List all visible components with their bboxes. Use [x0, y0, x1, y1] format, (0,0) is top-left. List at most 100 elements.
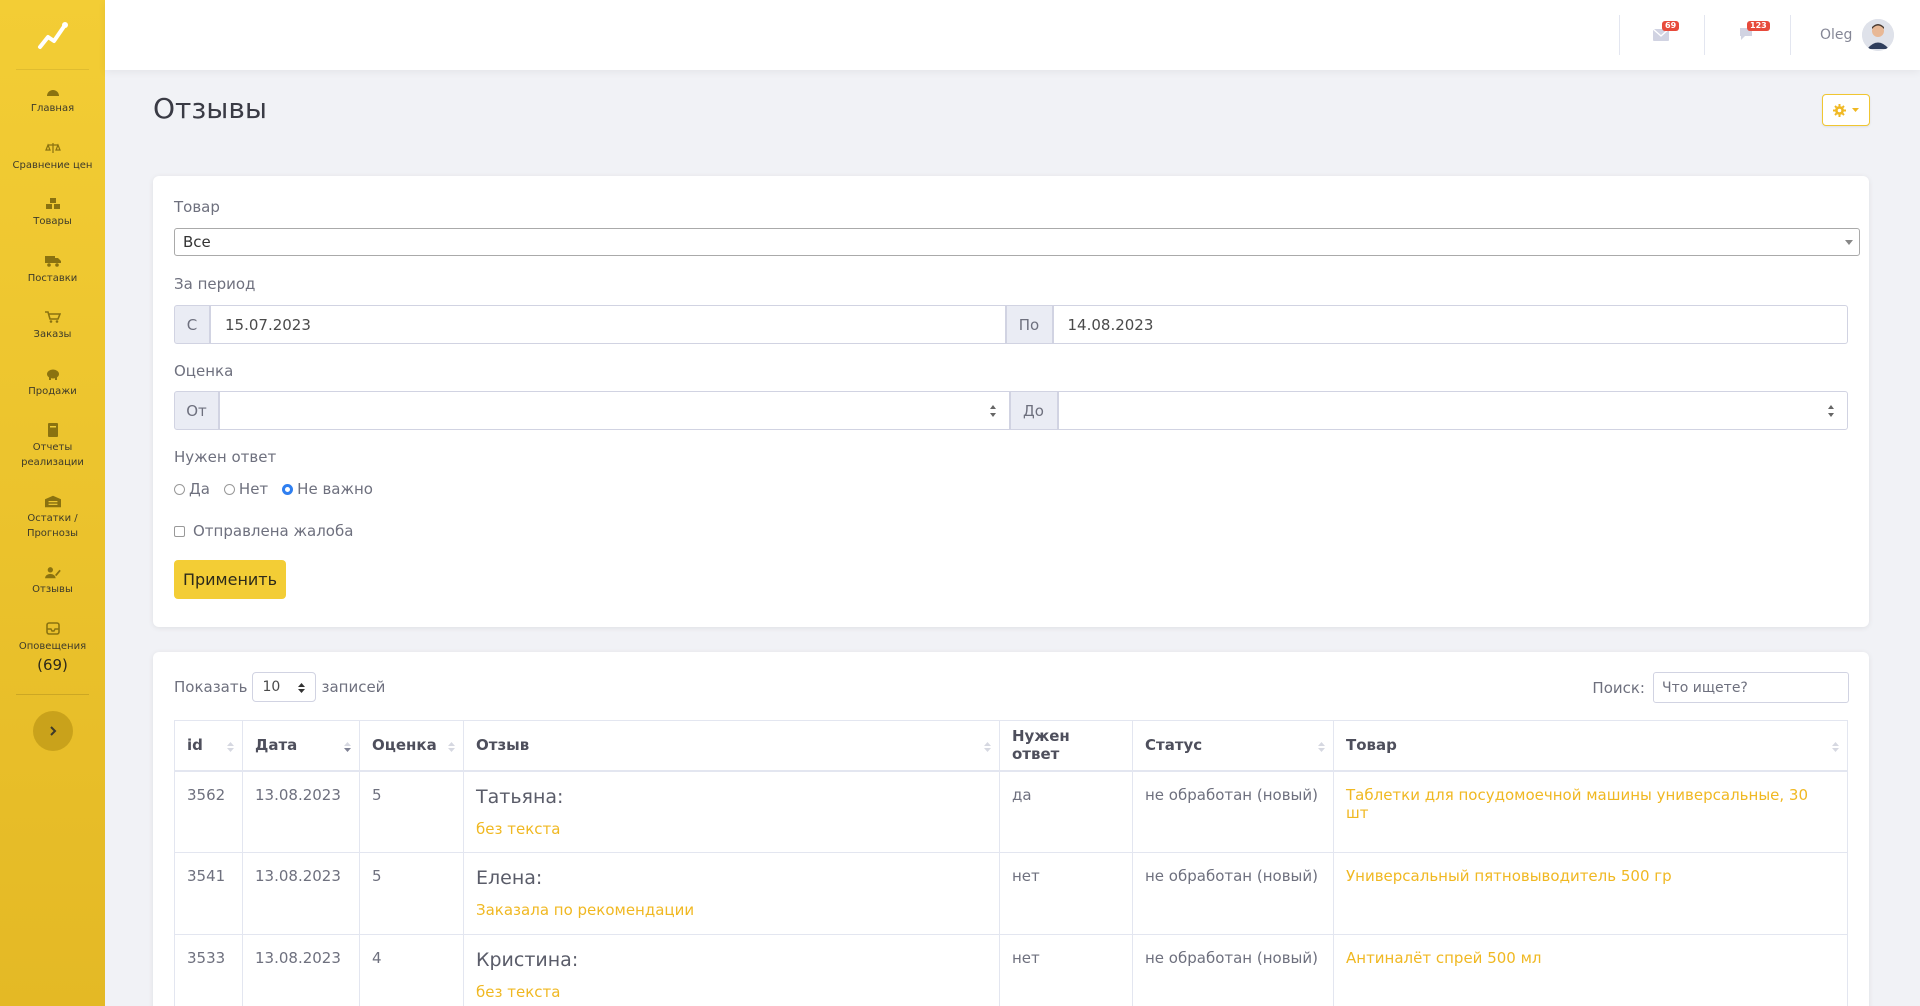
- search-placeholder: Что ищете?: [1662, 679, 1748, 696]
- sidebar-item-stock-forecast[interactable]: Остатки / Прогнозы: [0, 480, 105, 551]
- sidebar-toggle-button[interactable]: [32, 711, 73, 751]
- product-select-value: Все: [183, 233, 211, 251]
- topbar-divider: [1790, 15, 1791, 55]
- col-header-product[interactable]: Товар: [1333, 720, 1848, 772]
- user-menu[interactable]: Oleg: [1820, 0, 1895, 70]
- col-header-label: Товар: [1346, 736, 1397, 755]
- cell-status: не обработан (новый): [1132, 934, 1334, 1006]
- product-link[interactable]: Антиналёт спрей 500 мл: [1333, 934, 1848, 1006]
- page-length-value: 10: [262, 679, 281, 695]
- messages-button[interactable]: 69: [1652, 0, 1680, 70]
- period-label: За период: [174, 275, 256, 293]
- speedometer-icon: [45, 84, 61, 98]
- cell-review: Кристина: без текста: [463, 934, 1000, 1006]
- date-from-value: 15.07.2023: [225, 315, 311, 334]
- sidebar-item-reports[interactable]: Отчеты реализации: [0, 409, 105, 480]
- table-row: 3541 13.08.2023 5 Елена: Заказала по рек…: [174, 852, 1848, 935]
- rating-group: От До: [174, 391, 1848, 430]
- col-header-label: id: [187, 736, 203, 755]
- cell-need-answer: нет: [999, 852, 1133, 935]
- product-label: Товар: [174, 198, 220, 216]
- boxes-icon: [45, 197, 61, 211]
- radio-no[interactable]: Нет: [223, 480, 268, 498]
- sidebar-item-sales[interactable]: Продажи: [0, 353, 105, 410]
- checkbox: [174, 525, 185, 537]
- need-answer-radios: Да Нет Не важно: [174, 480, 373, 498]
- notifications-count: (69): [37, 656, 68, 674]
- col-header-label: Дата: [255, 736, 298, 755]
- settings-dropdown-button[interactable]: [1822, 94, 1870, 126]
- sidebar-divider: [16, 694, 89, 695]
- col-header-rating[interactable]: Оценка: [359, 720, 464, 772]
- radio-yes-label: Да: [189, 480, 210, 498]
- col-header-status[interactable]: Статус: [1132, 720, 1334, 772]
- spinner-arrows-icon: [989, 405, 996, 417]
- filters-card: Товар Все За период С 15.07.2023 По 14.0…: [153, 176, 1869, 627]
- sidebar-item-label: Поставки: [27, 272, 78, 284]
- col-header-label: Отзыв: [476, 736, 530, 755]
- cart-icon: [44, 310, 61, 324]
- rating-from-input[interactable]: [219, 391, 1010, 430]
- caret-down-icon: [1852, 108, 1859, 112]
- product-link[interactable]: Универсальный пятновыводитель 500 гр: [1333, 852, 1848, 935]
- complaint-checkbox[interactable]: Отправлена жалоба: [174, 522, 353, 540]
- col-header-id[interactable]: id: [174, 720, 243, 772]
- sidebar-item-home[interactable]: Главная: [0, 70, 105, 127]
- chevron-right-icon: [49, 726, 56, 736]
- sidebar-item-notifications[interactable]: Оповещения (69): [0, 608, 105, 685]
- sidebar-item-label: Остатки / Прогнозы: [26, 513, 79, 539]
- sidebar-item-products[interactable]: Товары: [0, 183, 105, 240]
- sidebar-item-label: Отчеты реализации: [21, 442, 84, 468]
- brand-logo[interactable]: [16, 0, 89, 70]
- col-header-review[interactable]: Отзыв: [463, 720, 1000, 772]
- review-text-link[interactable]: Заказала по рекомендации: [476, 901, 987, 919]
- show-label: Показать: [174, 678, 248, 696]
- sort-icon: [1318, 742, 1325, 752]
- apply-button[interactable]: Применить: [174, 560, 286, 599]
- sidebar-item-label: Сравнение цен: [12, 159, 93, 171]
- review-text-link[interactable]: без текста: [476, 983, 987, 1001]
- sort-icon: [1832, 742, 1839, 752]
- date-to-input[interactable]: 14.08.2023: [1052, 305, 1848, 344]
- sidebar-item-supplies[interactable]: Поставки: [0, 240, 105, 297]
- truck-icon: [44, 254, 61, 268]
- cell-status: не обработан (новый): [1132, 852, 1334, 935]
- date-to-value: 14.08.2023: [1067, 315, 1154, 334]
- complaint-label: Отправлена жалоба: [193, 522, 354, 540]
- search-input[interactable]: Что ищете?: [1653, 672, 1849, 703]
- date-from-prefix: С: [174, 305, 210, 344]
- review-text-link[interactable]: без текста: [476, 820, 987, 838]
- page-length-select[interactable]: 10: [252, 672, 317, 702]
- sidebar-item-reviews[interactable]: Отзывы: [0, 551, 105, 608]
- review-author: Елена:: [476, 867, 543, 889]
- sidebar-item-orders[interactable]: Заказы: [0, 296, 105, 353]
- piggy-bank-icon: [45, 367, 61, 381]
- product-link[interactable]: Таблетки для посудомоечной машины универ…: [1333, 770, 1848, 853]
- topbar-divider: [1704, 15, 1705, 55]
- cell-review: Елена: Заказала по рекомендации: [463, 852, 1000, 935]
- balance-scale-icon: [44, 141, 61, 155]
- sort-icon: [984, 742, 991, 752]
- cell-date: 13.08.2023: [242, 852, 360, 935]
- rating-label: Оценка: [174, 362, 234, 380]
- rating-to-input[interactable]: [1057, 391, 1848, 430]
- date-from-input[interactable]: 15.07.2023: [210, 305, 1006, 344]
- product-select[interactable]: Все: [174, 228, 1860, 256]
- review-author: Татьяна:: [476, 785, 564, 808]
- sidebar-item-price-compare[interactable]: Сравнение цен: [0, 127, 105, 184]
- alerts-button[interactable]: 123: [1738, 0, 1770, 70]
- spinner-arrows-icon: [1828, 405, 1834, 417]
- chevron-down-icon: [1845, 240, 1853, 245]
- cell-rating: 4: [359, 934, 464, 1006]
- period-group: С 15.07.2023 По 14.08.2023: [174, 305, 1848, 344]
- sort-desc-icon: [344, 742, 351, 752]
- col-header-date[interactable]: Дата: [242, 720, 360, 772]
- col-header-label: Нужен ответ: [1012, 727, 1070, 764]
- sidebar-item-label: Отзывы: [32, 584, 73, 595]
- cell-rating: 5: [359, 770, 464, 853]
- radio-yes[interactable]: Да: [174, 480, 210, 498]
- sidebar-item-label: Заказы: [33, 329, 72, 340]
- radio-any[interactable]: Не важно: [282, 480, 373, 498]
- date-to-prefix: По: [1005, 305, 1053, 344]
- inbox-icon: [45, 622, 61, 636]
